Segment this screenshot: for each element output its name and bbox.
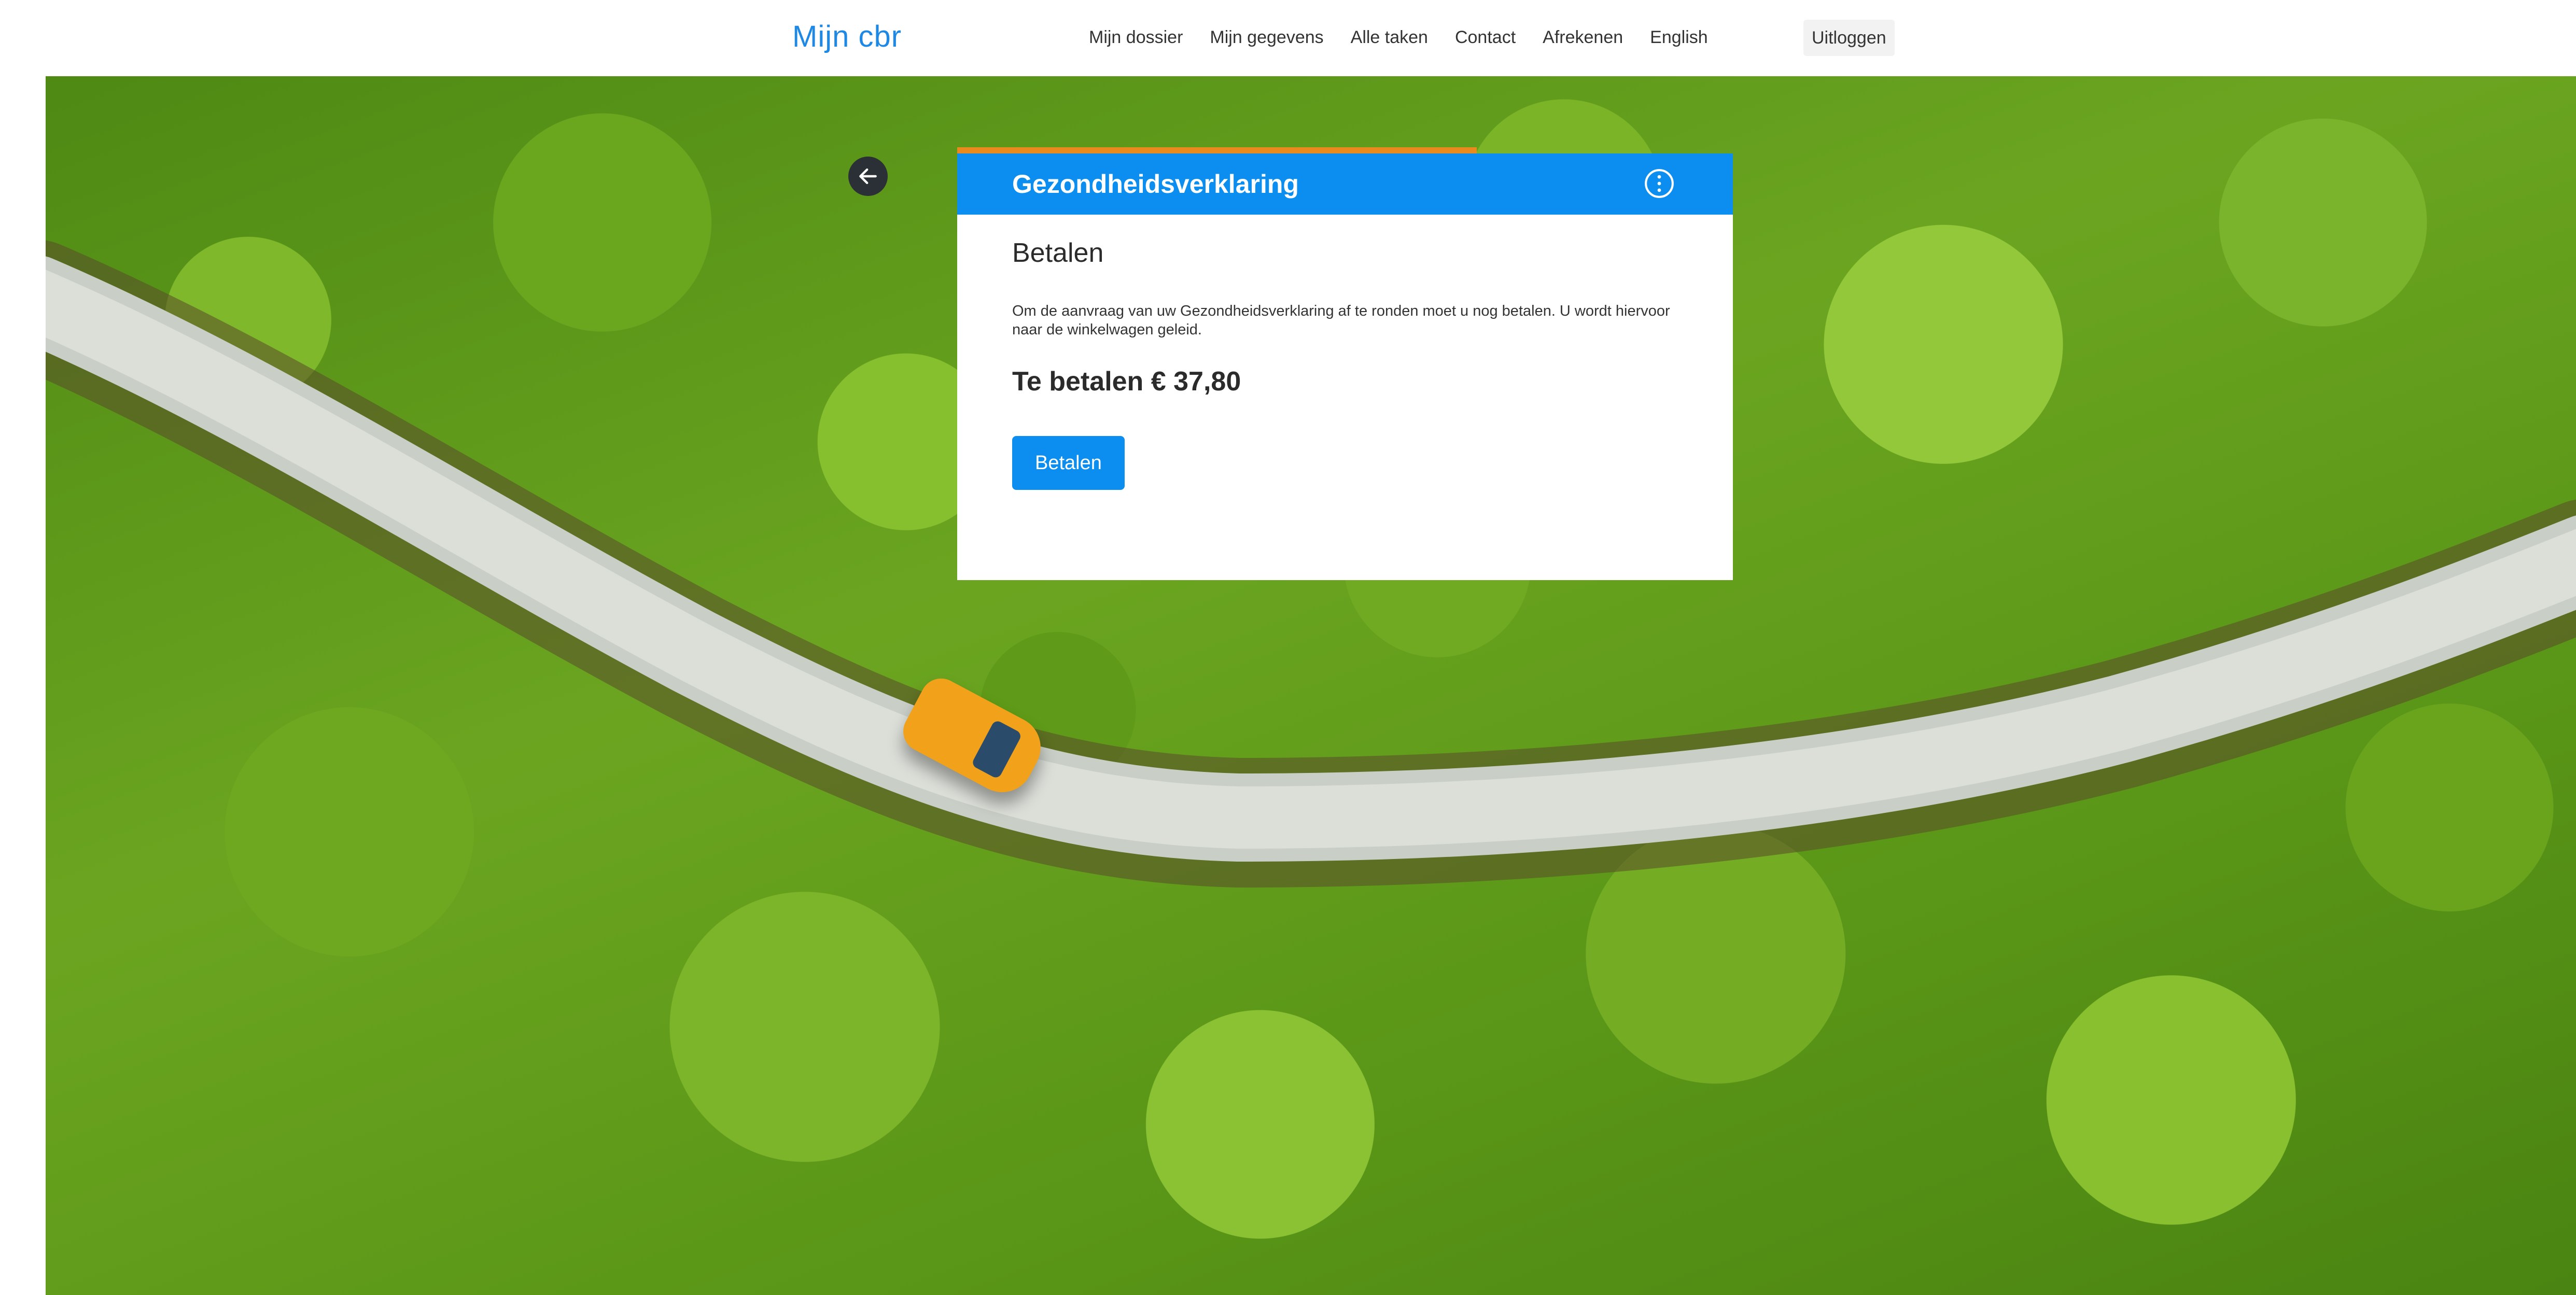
nav-english[interactable]: English bbox=[1650, 27, 1708, 48]
nav-afrekenen[interactable]: Afrekenen bbox=[1543, 27, 1623, 48]
back-button[interactable] bbox=[848, 157, 888, 196]
main-nav: Mijn dossier Mijn gegevens Alle taken Co… bbox=[1089, 24, 1735, 51]
nav-contact[interactable]: Contact bbox=[1455, 27, 1516, 48]
arrow-left-icon bbox=[859, 168, 877, 185]
progress-bar-fill bbox=[957, 147, 1477, 153]
info-button[interactable] bbox=[1643, 167, 1675, 200]
info-icon bbox=[1645, 169, 1674, 198]
card-header: Gezondheidsverklaring bbox=[957, 153, 1733, 215]
pay-button[interactable]: Betalen bbox=[1012, 436, 1125, 490]
page: Mijn cbr Mijn dossier Mijn gegevens Alle… bbox=[0, 0, 2576, 1295]
nav-mijn-gegevens[interactable]: Mijn gegevens bbox=[1210, 27, 1323, 48]
top-navigation: Mijn cbr Mijn dossier Mijn gegevens Alle… bbox=[0, 0, 2576, 76]
section-title: Betalen bbox=[1012, 238, 1104, 268]
car-window bbox=[971, 719, 1023, 780]
nav-alle-taken[interactable]: Alle taken bbox=[1351, 27, 1428, 48]
progress-bar bbox=[957, 147, 1733, 153]
card-title: Gezondheidsverklaring bbox=[1012, 170, 1299, 199]
logout-button[interactable]: Uitloggen bbox=[1803, 20, 1895, 56]
payment-card: Gezondheidsverklaring Betalen Om de aanv… bbox=[957, 153, 1733, 580]
brand-logo-link[interactable]: Mijn cbr bbox=[792, 19, 902, 55]
amount-due: Te betalen € 37,80 bbox=[1012, 367, 1241, 397]
payment-description: Om de aanvraag van uw Gezondheidsverklar… bbox=[1012, 303, 1670, 338]
nav-mijn-dossier[interactable]: Mijn dossier bbox=[1089, 27, 1183, 48]
